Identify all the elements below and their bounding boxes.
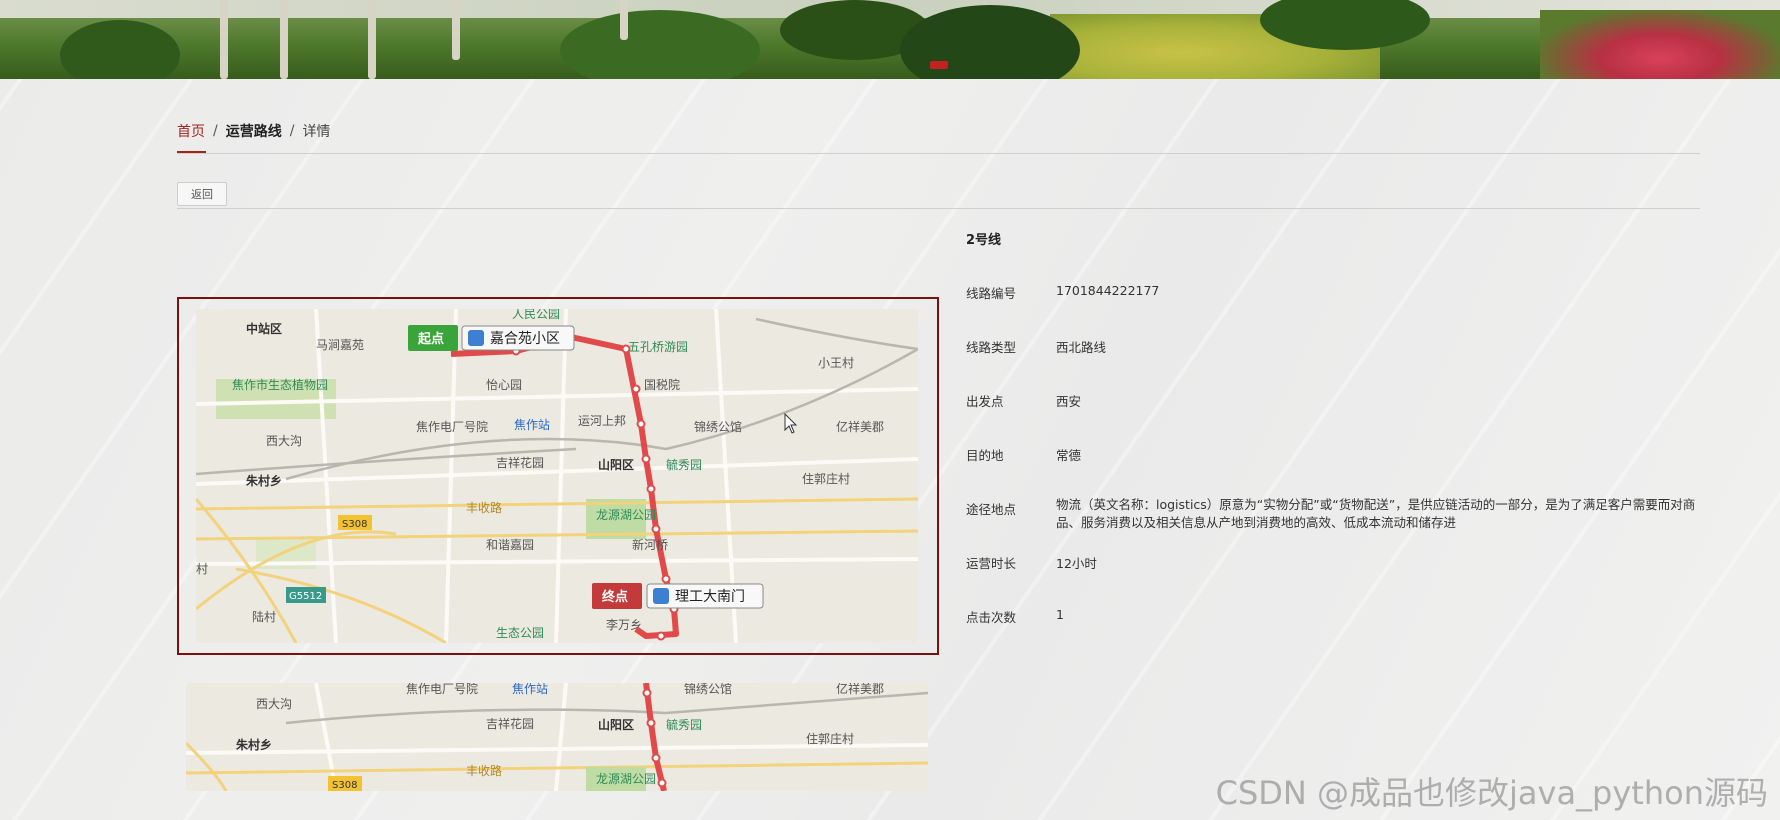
detail-value: 1701844222177 bbox=[1056, 283, 1160, 298]
divider bbox=[177, 153, 1700, 154]
map-label: 焦作市生态植物园 bbox=[232, 377, 328, 392]
breadcrumb: 首页 / 运营路线 / 详情 bbox=[177, 121, 331, 153]
carousel-indicator[interactable] bbox=[930, 61, 948, 69]
route-map: 中站区 马涧嘉苑 人民公园 五孔桥游园 国税院 小王村 焦作市生态植物园 怡心园… bbox=[196, 309, 918, 643]
map-label: 运河上邦 bbox=[578, 414, 626, 428]
detail-value: 西安 bbox=[1056, 394, 1082, 409]
end-station: 理工大南门 bbox=[675, 589, 745, 605]
back-button[interactable]: 返回 bbox=[177, 182, 227, 206]
waypoints-description: 物流（英文名称：logistics）原意为“实物分配”或“货物配送”，是供应链活… bbox=[1056, 497, 1696, 530]
end-badge: 终点 bbox=[602, 589, 628, 605]
map-label: 毓秀园 bbox=[666, 457, 702, 472]
route-title: 2号线 bbox=[966, 233, 1002, 248]
map-label: 龙源湖公园 bbox=[596, 507, 656, 522]
map-label: 山阳区 bbox=[598, 717, 634, 732]
map-label: 人民公园 bbox=[512, 309, 560, 321]
map-label: 小王村 bbox=[818, 356, 854, 370]
start-station: 嘉合苑小区 bbox=[490, 331, 560, 347]
map-label: 锦绣公馆 bbox=[694, 419, 742, 434]
detail-label: 目的地 bbox=[966, 448, 1004, 463]
map-label: 朱村乡 bbox=[236, 737, 272, 752]
mouse-cursor-icon bbox=[784, 413, 798, 434]
map-label: 山阳区 bbox=[598, 457, 634, 472]
map-label: 国税院 bbox=[644, 378, 680, 392]
thumbnail-map: 西大沟 焦作电厂号院 焦作站 锦绣公馆 亿祥美郡 吉祥花园 山阳区 毓秀园 住郭… bbox=[186, 683, 928, 791]
map-label: 毓秀园 bbox=[666, 717, 702, 732]
map-label: 龙源湖公园 bbox=[596, 771, 656, 786]
breadcrumb-current: 详情 bbox=[302, 124, 331, 140]
map-label: 李万乡 bbox=[606, 617, 642, 632]
map-label: 住郭庄村 bbox=[806, 731, 854, 746]
detail-value: 12小时 bbox=[1056, 556, 1097, 571]
detail-value: 1 bbox=[1056, 607, 1064, 622]
map-label: 陆村 bbox=[252, 609, 276, 624]
map-label: 新河桥 bbox=[632, 537, 668, 552]
route-map-thumbnail[interactable]: 西大沟 焦作电厂号院 焦作站 锦绣公馆 亿祥美郡 吉祥花园 山阳区 毓秀园 住郭… bbox=[186, 683, 928, 791]
breadcrumb-home-link[interactable]: 首页 bbox=[177, 121, 206, 153]
map-label: 吉祥花园 bbox=[486, 716, 534, 731]
road-sign-g5512: G5512 bbox=[289, 591, 322, 602]
map-label: 马涧嘉苑 bbox=[316, 338, 364, 352]
map-label: 中站区 bbox=[246, 321, 282, 336]
map-label: 亿祥美郡 bbox=[836, 419, 884, 434]
detail-label: 出发点 bbox=[966, 394, 1004, 409]
watermark: CSDN @成品也修改java_python源码 bbox=[1215, 774, 1768, 812]
map-label: 锦绣公馆 bbox=[684, 683, 732, 696]
map-label: 焦作站 bbox=[514, 418, 550, 432]
breadcrumb-section-link[interactable]: 运营路线 bbox=[226, 121, 282, 141]
breadcrumb-separator: / bbox=[213, 123, 218, 139]
start-badge: 起点 bbox=[417, 331, 444, 347]
detail-label: 运营时长 bbox=[966, 556, 1017, 571]
divider bbox=[177, 208, 1700, 209]
header-banner-image bbox=[0, 0, 1780, 79]
map-label: 朱村乡 bbox=[246, 473, 282, 488]
map-label: 和谐嘉园 bbox=[486, 538, 534, 552]
map-label: 西大沟 bbox=[256, 697, 292, 711]
map-label: 怡心园 bbox=[486, 378, 522, 392]
detail-label: 途径地点 bbox=[966, 502, 1017, 517]
map-label: 丰收路 bbox=[466, 763, 502, 778]
detail-label: 点击次数 bbox=[966, 610, 1017, 625]
detail-label: 线路类型 bbox=[966, 340, 1017, 355]
detail-label: 线路编号 bbox=[966, 286, 1017, 301]
map-label: 西大沟 bbox=[266, 434, 302, 448]
map-label: 村 bbox=[196, 562, 208, 576]
map-label: 焦作电厂号院 bbox=[406, 683, 478, 696]
map-label: 焦作站 bbox=[512, 683, 548, 696]
breadcrumb-separator: / bbox=[289, 123, 295, 139]
map-label: 焦作电厂号院 bbox=[416, 420, 488, 434]
map-label: 吉祥花园 bbox=[496, 455, 544, 470]
route-map-image[interactable]: 中站区 马涧嘉苑 人民公园 五孔桥游园 国税院 小王村 焦作市生态植物园 怡心园… bbox=[196, 309, 918, 643]
map-label: 亿祥美郡 bbox=[836, 683, 884, 696]
map-label: 丰收路 bbox=[466, 500, 502, 515]
map-label: 五孔桥游园 bbox=[628, 340, 688, 354]
road-sign-s308: S308 bbox=[342, 519, 367, 530]
map-label: 生态公园 bbox=[496, 626, 544, 640]
detail-value: 常德 bbox=[1056, 448, 1082, 463]
map-label: 住郭庄村 bbox=[802, 471, 850, 486]
detail-value: 西北路线 bbox=[1056, 340, 1107, 355]
road-sign-s308: S308 bbox=[332, 780, 357, 791]
